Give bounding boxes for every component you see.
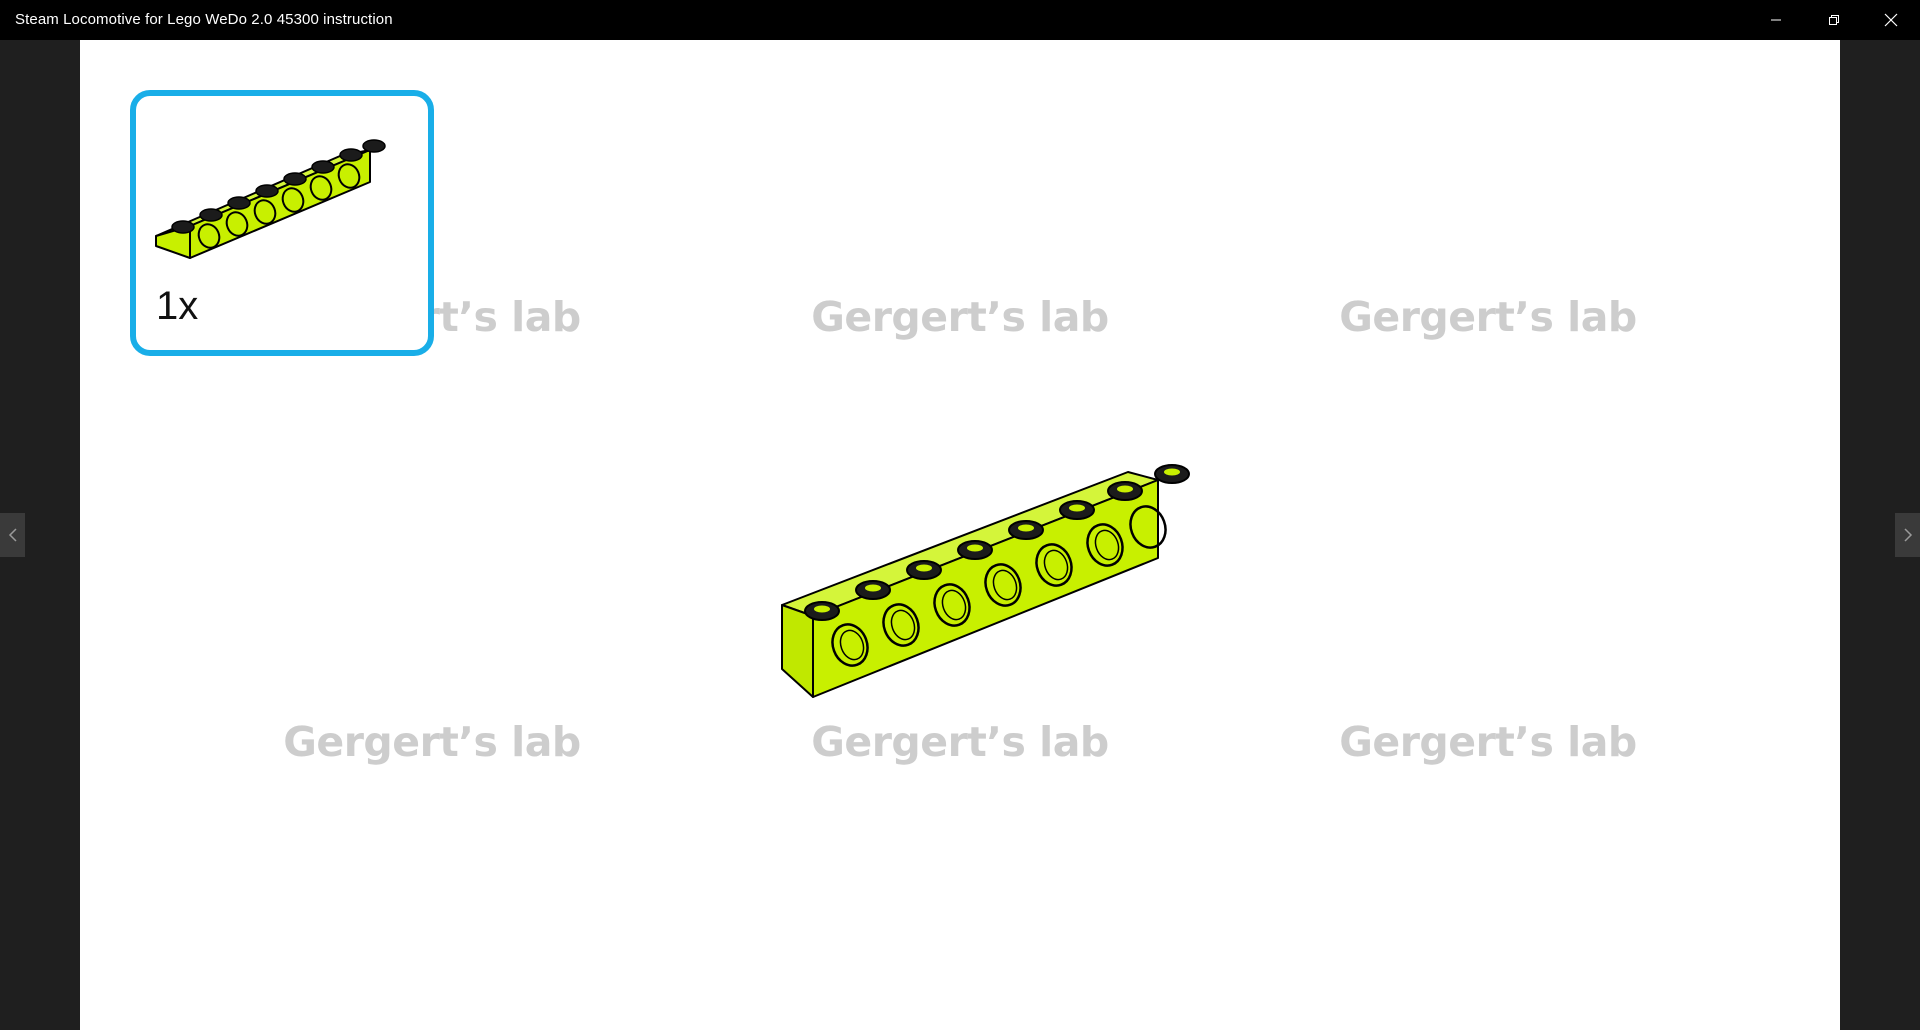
chevron-right-icon xyxy=(1903,528,1912,542)
watermark: Gergert’s lab xyxy=(283,718,581,766)
watermark: Gergert’s lab xyxy=(1339,718,1637,766)
parts-callout: 1x xyxy=(130,90,434,356)
close-icon xyxy=(1884,13,1898,27)
technic-brick-model xyxy=(781,464,1190,698)
restore-icon xyxy=(1829,15,1839,25)
minimize-icon xyxy=(1771,19,1781,21)
title-bar: Steam Locomotive for Lego WeDo 2.0 45300… xyxy=(0,0,1920,40)
minimize-button[interactable] xyxy=(1747,0,1805,40)
next-page-button[interactable] xyxy=(1895,513,1920,557)
previous-page-button[interactable] xyxy=(0,513,25,557)
chevron-left-icon xyxy=(8,528,17,542)
restore-button[interactable] xyxy=(1805,0,1863,40)
technic-brick-icon xyxy=(155,139,386,259)
watermark: Gergert’s lab xyxy=(811,293,1109,341)
watermark: Gergert’s lab xyxy=(811,718,1109,766)
instruction-page: Gergert’s lab Gergert’s lab Gergert’s la… xyxy=(80,40,1840,1030)
window-title: Steam Locomotive for Lego WeDo 2.0 45300… xyxy=(15,11,393,28)
close-button[interactable] xyxy=(1862,0,1920,40)
watermark: Gergert’s lab xyxy=(1339,293,1637,341)
part-quantity: 1x xyxy=(156,284,199,328)
